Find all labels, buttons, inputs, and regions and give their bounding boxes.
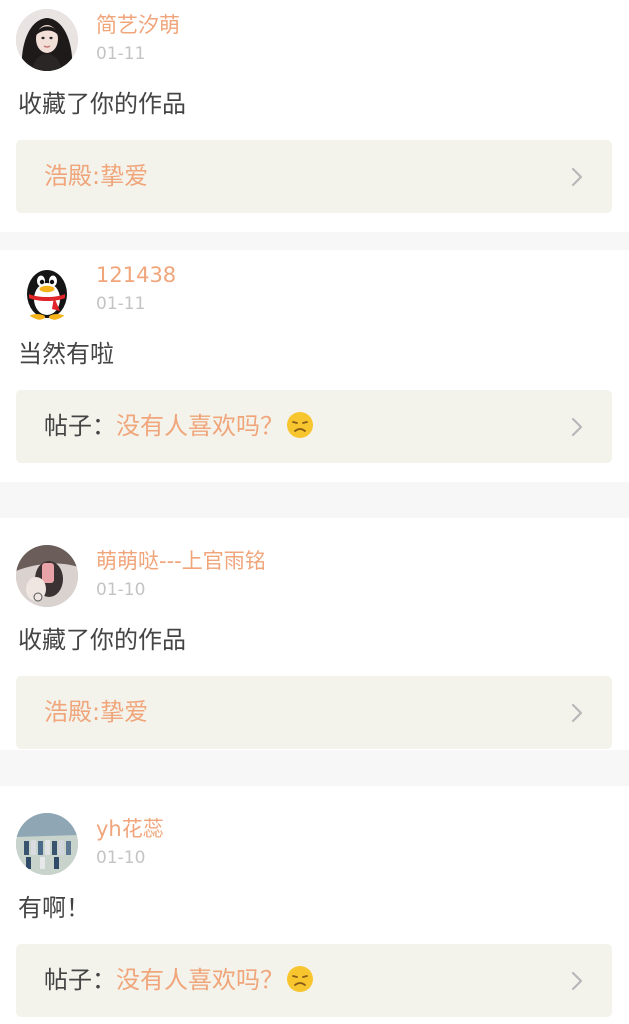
timestamp: 01-11: [96, 44, 146, 64]
link-text: 帖子：没有人喜欢吗？: [44, 409, 314, 443]
link-title: 没有人喜欢吗？: [116, 412, 284, 440]
comment-text: 有啊！: [18, 894, 90, 922]
link-title: 浩殿:挚爱: [44, 698, 149, 726]
chevron-right-icon: [571, 703, 583, 723]
link-prefix: 帖子：: [44, 966, 116, 994]
link-text: 帖子：没有人喜欢吗？: [44, 963, 314, 997]
timestamp: 01-10: [96, 848, 146, 868]
feed-item: 简艺汐萌 01-11 收藏了你的作品 浩殿:挚爱: [0, 0, 629, 232]
chevron-right-icon: [571, 167, 583, 187]
linked-work-card[interactable]: 浩殿:挚爱: [16, 140, 612, 213]
photo-avatar-icon: [16, 545, 78, 607]
link-title: 没有人喜欢吗？: [116, 966, 284, 994]
user-avatar[interactable]: [16, 545, 78, 607]
username[interactable]: 121438: [96, 261, 176, 289]
timestamp: 01-10: [96, 580, 146, 600]
link-prefix: 帖子：: [44, 412, 116, 440]
linked-work-card[interactable]: 浩殿:挚爱: [16, 676, 612, 749]
feed-item: 萌萌哒---上官雨铭 01-10 收藏了你的作品 浩殿:挚爱: [0, 518, 629, 750]
comment-text: 收藏了你的作品: [18, 90, 186, 118]
feed-item: yh花蕊 01-10 有啊！ 帖子：没有人喜欢吗？: [0, 786, 629, 1024]
user-avatar[interactable]: [16, 9, 78, 71]
feed-item: 121438 01-11 当然有啦 帖子：没有人喜欢吗？: [0, 250, 629, 482]
username[interactable]: yh花蕊: [96, 815, 164, 843]
group-photo-avatar-icon: [16, 813, 78, 875]
linked-post-card[interactable]: 帖子：没有人喜欢吗？: [16, 390, 612, 463]
sad-face-emoji-icon: [287, 412, 313, 438]
linked-post-card[interactable]: 帖子：没有人喜欢吗？: [16, 944, 612, 1017]
username[interactable]: 萌萌哒---上官雨铭: [96, 547, 266, 575]
chevron-right-icon: [571, 417, 583, 437]
user-avatar[interactable]: [16, 813, 78, 875]
user-avatar[interactable]: [16, 259, 78, 321]
link-title: 浩殿:挚爱: [44, 162, 149, 190]
comment-text: 收藏了你的作品: [18, 626, 186, 654]
comment-text: 当然有啦: [18, 340, 114, 368]
qq-penguin-avatar-icon: [16, 259, 78, 321]
chevron-right-icon: [571, 971, 583, 991]
timestamp: 01-11: [96, 294, 146, 314]
portrait-avatar-icon: [16, 9, 78, 71]
link-text: 浩殿:挚爱: [44, 159, 148, 193]
notification-feed: 简艺汐萌 01-11 收藏了你的作品 浩殿:挚爱 121438 01-11 当然…: [0, 0, 629, 1024]
link-text: 浩殿:挚爱: [44, 695, 148, 729]
username[interactable]: 简艺汐萌: [96, 11, 180, 39]
sad-face-emoji-icon: [287, 966, 313, 992]
